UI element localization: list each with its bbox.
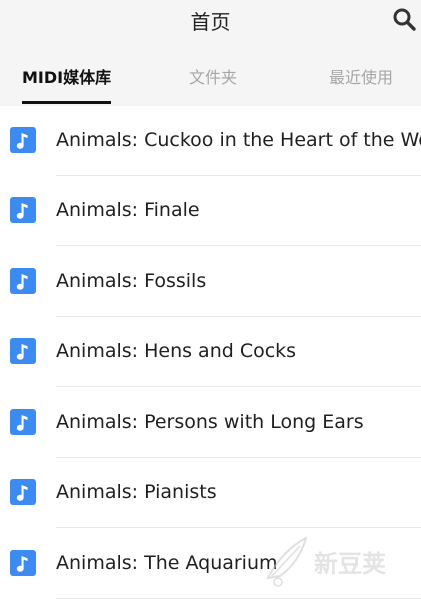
app-screen: 首页 MIDI媒体库 文件夹 最近使用 Animals: Cuckoo in t… <box>0 0 421 609</box>
watermark-text: 新豆荚 <box>314 550 386 578</box>
tab-bar: MIDI媒体库 文件夹 最近使用 <box>0 64 421 106</box>
watermark: 新豆荚 <box>262 532 402 592</box>
music-note-icon <box>10 479 36 505</box>
divider <box>56 245 421 246</box>
list-item[interactable]: Animals: Finale <box>0 176 421 246</box>
top-bar: 首页 MIDI媒体库 文件夹 最近使用 <box>0 0 421 106</box>
active-tab-indicator <box>22 101 112 104</box>
music-note-icon <box>10 197 36 223</box>
feather-logo-icon <box>266 536 308 587</box>
music-note-icon <box>10 268 36 294</box>
tab-label: 文件夹 <box>189 68 238 87</box>
divider <box>56 386 421 387</box>
search-icon <box>393 8 416 31</box>
divider <box>56 598 421 599</box>
divider <box>56 527 421 528</box>
search-button[interactable] <box>391 6 417 32</box>
tab-label: 最近使用 <box>329 68 394 87</box>
list-item-title: Animals: Fossils <box>56 270 207 292</box>
list-item[interactable]: Animals: Persons with Long Ears <box>0 388 421 458</box>
tab-midi-library[interactable]: MIDI媒体库 <box>22 64 112 106</box>
music-note-icon <box>10 409 36 435</box>
list-item[interactable]: Animals: Pianists <box>0 458 421 528</box>
list-item[interactable]: Animals: Cuckoo in the Heart of the Wood <box>0 106 421 176</box>
music-note-icon <box>10 550 36 576</box>
music-note-icon <box>10 127 36 153</box>
list-item-title: Animals: The Aquarium <box>56 552 278 574</box>
list-item-title: Animals: Cuckoo in the Heart of the Wood <box>56 129 421 151</box>
page-title: 首页 <box>190 10 231 34</box>
list-item-title: Animals: Finale <box>56 199 200 221</box>
list-item-title: Animals: Persons with Long Ears <box>56 411 364 433</box>
tab-folders[interactable]: 文件夹 <box>189 64 237 106</box>
music-note-icon <box>10 338 36 364</box>
tab-recent[interactable]: 最近使用 <box>329 64 393 106</box>
list-item[interactable]: Animals: Hens and Cocks <box>0 317 421 387</box>
list-item-title: Animals: Pianists <box>56 481 217 503</box>
list-item-title: Animals: Hens and Cocks <box>56 340 297 362</box>
list-item[interactable]: Animals: Fossils <box>0 247 421 317</box>
tab-label: MIDI媒体库 <box>22 68 112 87</box>
